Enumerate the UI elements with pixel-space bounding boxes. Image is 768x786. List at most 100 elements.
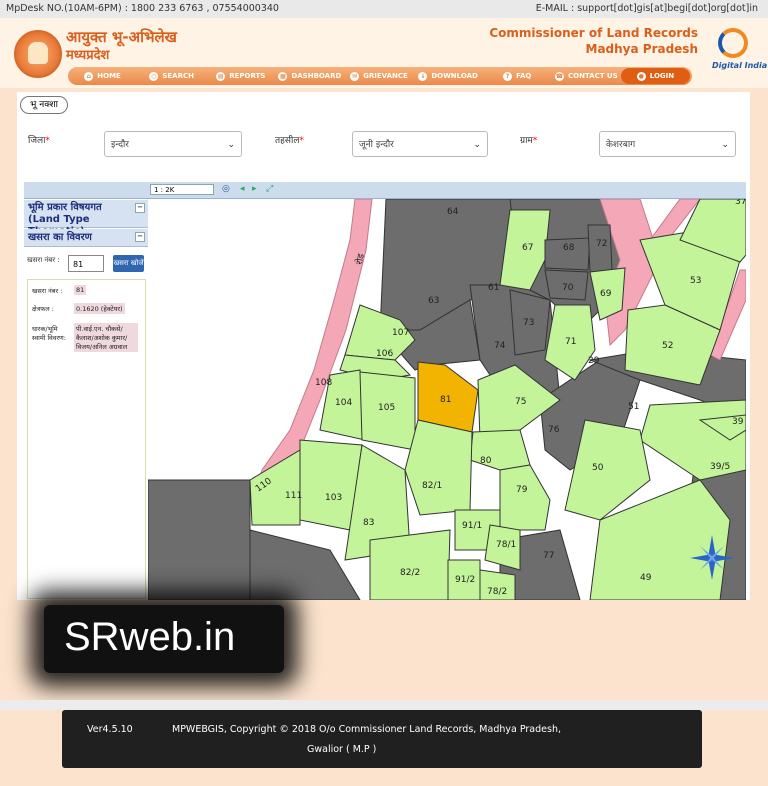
parcel-label[interactable]: 79	[516, 485, 528, 495]
grievance-icon: ✉	[350, 71, 360, 81]
scale-input[interactable]: 1 : 2K	[150, 184, 214, 195]
nav-home[interactable]: ⌂ HOME	[68, 71, 137, 81]
district-select[interactable]: इन्दौर ⌄	[104, 131, 242, 157]
dashboard-icon: ▦	[278, 71, 288, 81]
nav-faq[interactable]: ? FAQ	[483, 71, 552, 81]
parcel-label[interactable]: 106	[376, 349, 393, 359]
parcel-label[interactable]: 82/1	[422, 481, 442, 491]
parcel-label[interactable]: 71	[565, 337, 576, 347]
nav-login[interactable]: ● LOGIN	[620, 68, 690, 84]
parcel-label[interactable]: 73	[523, 318, 534, 328]
detail-value: 81	[74, 285, 87, 295]
parcel-label[interactable]: 80	[480, 456, 492, 466]
parcel-label[interactable]: 39	[732, 417, 744, 427]
parcel-label[interactable]: 75	[515, 397, 526, 407]
parcel-label[interactable]: 78/2	[487, 587, 507, 597]
copyright-location: Gwalior ( M.P )	[307, 744, 377, 755]
parcel-label[interactable]: 69	[600, 289, 612, 299]
forward-arrow-icon[interactable]: ▸	[252, 184, 257, 194]
parcel-label[interactable]: 72	[596, 239, 607, 249]
parcel-label[interactable]: 91/1	[462, 521, 482, 531]
header-title-english: Commissioner of Land Records	[489, 26, 698, 40]
copyright-text: MPWEBGIS, Copyright © 2018 O/o Commissio…	[172, 724, 561, 735]
mp-emblem-logo	[14, 30, 62, 78]
parcel-label[interactable]: 74	[494, 341, 506, 351]
detail-label: क्षेत्रफल :	[32, 305, 54, 313]
chevron-down-icon: ⌄	[227, 140, 235, 150]
download-icon: ↓	[418, 71, 428, 81]
detail-value: पी.वाई.एन. चौकसे/कैलाश/अशोक कुमार/ विजय/…	[74, 323, 138, 352]
helpdesk-text: MpDesk NO.(10AM-6PM) : 1800 233 6763 , 0…	[6, 3, 279, 14]
parcel-label[interactable]: 52	[662, 341, 673, 351]
fullscreen-icon[interactable]: ⤢	[266, 184, 273, 194]
nav-reports[interactable]: ▤ REPORTS	[206, 71, 275, 81]
back-arrow-icon[interactable]: ◂	[240, 184, 245, 194]
parcel-label[interactable]: 105	[378, 403, 395, 413]
parcel-label[interactable]: 29	[588, 356, 600, 366]
parcel-label[interactable]: 104	[335, 398, 352, 408]
land-type-thematic-header[interactable]: भूमि प्रकार विषयगत (Land Type Thematic) …	[24, 200, 148, 237]
khasra-search-button[interactable]: खसरा खोजें	[113, 255, 144, 272]
parcel-label[interactable]: 49	[640, 573, 652, 583]
cadastral-map[interactable]: 64 67 68 72 53 63 69 52 70 73 71 74 29 1…	[148, 199, 746, 600]
parcel-label[interactable]: 78/1	[496, 540, 516, 550]
khasra-details-header[interactable]: खसरा का विवरण −	[24, 229, 148, 247]
home-icon: ⌂	[84, 71, 94, 81]
email-text: E-MAIL : support[dot]gis[at]begi[dot]org…	[535, 3, 758, 14]
collapse-icon[interactable]: −	[135, 232, 145, 242]
tab-bhu-naksha[interactable]: भू नक्शा	[20, 96, 68, 114]
detail-value: 0.1620 (हेक्टेयर)	[74, 303, 125, 314]
parcel-label[interactable]: 82/2	[400, 568, 420, 578]
parcel-label[interactable]: 108	[315, 378, 332, 388]
khasra-search-input[interactable]: 81	[68, 255, 104, 272]
parcel-label[interactable]: 70	[562, 283, 574, 293]
parcel-label[interactable]: 103	[325, 493, 342, 503]
village-select[interactable]: केशरबाग ⌄	[599, 131, 736, 157]
parcel-label[interactable]: 107	[392, 328, 409, 338]
nav-contact[interactable]: ☎ CONTACT US	[552, 71, 621, 81]
parcel-label[interactable]: 53	[690, 276, 701, 286]
collapse-icon[interactable]: −	[135, 203, 145, 213]
report-icon: ▤	[216, 71, 226, 81]
header-title-hindi: आयुक्त भू-अभिलेख	[66, 28, 177, 46]
chevron-down-icon: ⌄	[473, 140, 481, 150]
map-toolbar	[24, 182, 746, 199]
tehsil-select[interactable]: जूनी इन्दौर ⌄	[352, 131, 488, 157]
parcel-label[interactable]: 67	[522, 243, 533, 253]
login-icon: ●	[636, 71, 646, 81]
nav-grievance[interactable]: ✉ GRIEVANCE	[344, 71, 413, 81]
top-info-strip: MpDesk NO.(10AM-6PM) : 1800 233 6763 , 0…	[0, 0, 768, 19]
faq-icon: ?	[503, 71, 513, 81]
parcel-label[interactable]: 83	[363, 518, 374, 528]
globe-icon[interactable]: ◎	[222, 184, 230, 194]
nav-download[interactable]: ↓ DOWNLOAD	[414, 71, 483, 81]
parcel-label[interactable]: 61	[488, 283, 499, 293]
nav-dashboard[interactable]: ▦ DASHBOARD	[275, 71, 344, 81]
detail-label: खसरा नंबर :	[32, 287, 63, 295]
nav-search[interactable]: ○ SEARCH	[137, 71, 206, 81]
parcel-label[interactable]: 111	[285, 491, 302, 501]
footer-strip	[0, 700, 768, 710]
header-subtitle-english: Madhya Pradesh	[585, 42, 699, 56]
contact-icon: ☎	[554, 71, 564, 81]
parcel-label[interactable]: 68	[563, 243, 575, 253]
parcel-label[interactable]: 51	[628, 402, 639, 412]
watermark: SRweb.in	[44, 605, 284, 673]
parcel-label[interactable]: 39/5	[710, 462, 730, 472]
parcel-label[interactable]: 91/2	[455, 575, 475, 585]
parcel-label[interactable]: 81	[440, 395, 451, 405]
digital-india-logo: Digital India	[712, 28, 767, 76]
parcel-label[interactable]: 37	[735, 199, 746, 207]
parcel-label[interactable]: 64	[447, 207, 459, 217]
parcel-label[interactable]: 50	[592, 463, 604, 473]
footer: Ver4.5.10 MPWEBGIS, Copyright © 2018 O/o…	[62, 710, 702, 768]
parcel-label[interactable]: 63	[428, 296, 439, 306]
village-label: ग्राम*	[520, 136, 538, 146]
parcel-label[interactable]: 77	[543, 551, 554, 561]
detail-label: धारक/भूमि स्वामी विवरण:	[32, 325, 66, 342]
parcel-label[interactable]: 76	[548, 425, 560, 435]
search-icon: ○	[149, 71, 159, 81]
khasra-detail-box: खसरा नंबर : 81 क्षेत्रफल : 0.1620 (हेक्ट…	[27, 279, 146, 599]
district-label: जिला*	[28, 136, 50, 146]
main-nav: ⌂ HOME ○ SEARCH ▤ REPORTS ▦ DASHBOARD ✉ GRIEV…	[68, 67, 692, 85]
